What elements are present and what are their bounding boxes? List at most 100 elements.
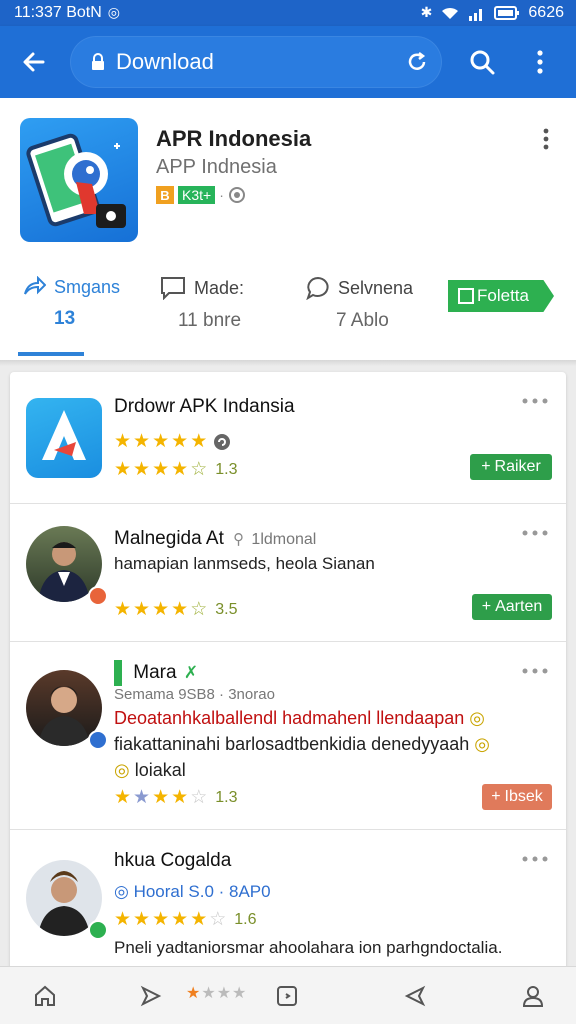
rating-stars-icon[interactable]: ★★★★ <box>186 983 247 1003</box>
comment-icon <box>161 277 185 300</box>
address-bar[interactable]: Download <box>70 36 442 88</box>
follow-icon <box>458 288 474 304</box>
profile-icon[interactable] <box>518 981 548 1011</box>
review-text: fiakattaninahi barlosadtbenkidia denedyy… <box>114 734 490 755</box>
emoji-icon: ◎ <box>469 708 486 728</box>
item-title: Mara ✗ <box>114 660 198 686</box>
stat-label: Selvnena <box>338 277 414 298</box>
review-text: hamapian lanmseds, heola Sianan <box>114 554 375 573</box>
stat-value: 13 <box>54 308 76 329</box>
rating-number: 3.5 <box>215 600 238 618</box>
star-rating: ★ ★ ★ ★ ★ ☆ 1.6 <box>114 909 257 930</box>
back-arrow-icon[interactable] <box>14 42 54 82</box>
follow-label: Foletta <box>477 286 529 305</box>
review-list: Drdowr APK Indansia ★ ★ ★ ★ ★ ★ ★ ★ ★ ☆ 1.3 + Rai… <box>10 372 566 972</box>
search-icon: ⚲ <box>233 531 245 548</box>
verified-badge-icon <box>88 730 108 750</box>
divider <box>0 360 576 366</box>
stat-value: 11 bnre <box>178 310 242 331</box>
more-horiz-icon[interactable] <box>520 394 550 408</box>
bookmark-icon <box>114 660 122 686</box>
app-title: APR Indonesia <box>156 126 312 151</box>
action-label: Raiker <box>494 458 541 475</box>
list-item[interactable]: Mara ✗ Semama 9SB8 · 3norao Deoatanhkalb… <box>10 642 566 830</box>
back-icon[interactable] <box>400 981 430 1011</box>
reload-icon[interactable] <box>404 49 430 75</box>
url-text[interactable]: Download <box>116 49 404 75</box>
info-icon <box>214 433 231 450</box>
app-badges: B K3t+ · <box>156 186 246 204</box>
star-rating: ★ ★ ★ ★ ☆ 1.3 <box>114 787 238 808</box>
status-bar: 11:337 BotN ◎ ✱ 6626 <box>0 0 576 26</box>
review-line: fiakattaninahi barlosadtbenkidia denedyy… <box>114 734 470 754</box>
review-text: ◎ loiakal <box>114 760 186 781</box>
item-title: hkua Cogalda <box>114 850 232 871</box>
wifi-icon <box>442 7 459 20</box>
more-horiz-icon[interactable] <box>520 664 550 678</box>
user-icon: ◎ <box>114 882 129 901</box>
browser-toolbar: Download <box>0 26 576 98</box>
check-icon: ✗ <box>183 663 199 683</box>
more-horiz-icon[interactable] <box>520 852 550 866</box>
more-vert-icon[interactable] <box>520 42 560 82</box>
search-icon[interactable] <box>462 42 502 82</box>
notification-icon: ◎ <box>107 5 120 21</box>
lock-icon <box>88 50 108 74</box>
item-title: Malnegida At ⚲ 1ldmonal <box>114 528 316 550</box>
action-button[interactable]: + Raiker <box>470 454 552 480</box>
stat-value: 7 Ablo <box>336 310 389 331</box>
star-rating: ★ ★ ★ ★ ☆ 3.5 <box>114 599 238 620</box>
reviewer-name: Mara <box>133 662 177 684</box>
tab-icon[interactable] <box>272 981 302 1011</box>
action-label: Aarten <box>495 598 543 615</box>
review-line: loiakal <box>134 760 186 780</box>
rating-number: 1.6 <box>234 910 257 928</box>
battery-icon <box>494 6 520 20</box>
share-icon <box>24 276 46 295</box>
status-right-text: 6626 <box>528 4 564 21</box>
reviewer-meta: Semama 9SB8 · 3norao <box>114 686 275 703</box>
status-time: 11:337 BotN <box>14 4 102 21</box>
meta-text: Hooral S.0 · 8AP0 <box>133 882 271 901</box>
action-button[interactable]: + Ibsek <box>482 784 552 810</box>
list-item[interactable]: hkua Cogalda ◎ Hooral S.0 · 8AP0 ★ ★ ★ ★ ★ ☆ … <box>10 830 566 972</box>
stat-tab-1[interactable]: Smgans 13 <box>22 276 120 356</box>
bluetooth-icon: ✱ <box>420 5 433 21</box>
share-icon[interactable] <box>136 981 166 1011</box>
app-icon <box>20 118 138 242</box>
review-text-highlight: Deoatanhkalballendl hadmahenl llendaapan… <box>114 708 485 729</box>
highlight-text: Deoatanhkalballendl hadmahenl llendaapan <box>114 708 465 728</box>
reviewer-meta: 1ldmonal <box>251 531 317 548</box>
verified-badge-icon <box>88 586 108 606</box>
emoji-icon: ◎ <box>474 734 490 754</box>
follow-button[interactable]: Foletta <box>448 280 554 312</box>
item-title: Drdowr APK Indansia <box>114 396 295 417</box>
shield-icon <box>228 187 245 203</box>
badge-letter: B <box>156 186 174 204</box>
verified-badge-icon <box>88 920 108 940</box>
rating-number: 1.3 <box>215 460 238 478</box>
chat-bubble-icon <box>306 276 329 300</box>
active-tab-indicator <box>18 352 84 356</box>
bottom-navigation: ★★★★ <box>0 966 576 1024</box>
stat-label: Smgans <box>54 276 121 297</box>
list-item[interactable]: Drdowr APK Indansia ★ ★ ★ ★ ★ ★ ★ ★ ★ ☆ 1.3 + Rai… <box>10 372 566 504</box>
action-button[interactable]: + Aarten <box>472 594 552 620</box>
stat-tab-3[interactable]: Selvnena 7 Ablo <box>306 276 413 356</box>
badge-green: K3t+ <box>178 186 216 204</box>
rating-number: 1.3 <box>215 788 238 806</box>
star-rating: ★ ★ ★ ★ ★ <box>114 430 231 453</box>
stat-tab-2[interactable]: Made: 11 bnre <box>160 276 244 356</box>
review-text: Pneli yadtaniorsmar ahoolahara ion parhg… <box>114 938 503 957</box>
signal-icon <box>469 9 483 21</box>
reviewer-meta: ◎ Hooral S.0 · 8AP0 <box>114 882 271 902</box>
stat-label: Made: <box>194 277 245 298</box>
list-item[interactable]: Malnegida At ⚲ 1ldmonal hamapian lanmsed… <box>10 504 566 642</box>
reviewer-name: Malnegida At <box>114 528 224 549</box>
star-rating-secondary: ★ ★ ★ ★ ☆ 1.3 <box>114 459 238 480</box>
more-horiz-icon[interactable] <box>520 526 550 540</box>
more-vert-icon[interactable] <box>536 126 556 152</box>
app-header: APR Indonesia APP Indnesia B K3t+ · Smga… <box>0 98 576 360</box>
emoji-icon: ◎ <box>114 760 130 780</box>
home-icon[interactable] <box>30 981 60 1011</box>
